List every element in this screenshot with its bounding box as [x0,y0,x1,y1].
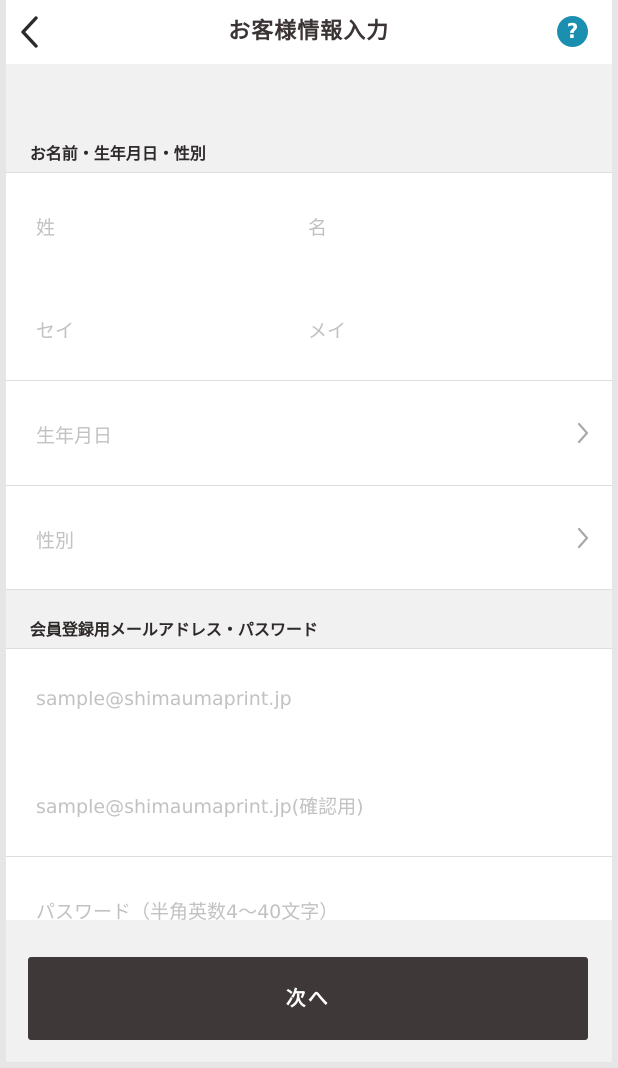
chevron-right-icon [577,527,589,549]
first-name-kana-input[interactable]: メイ [308,316,346,343]
birthday-row[interactable]: 生年月日 [6,381,612,486]
email-row: sample@shimaumaprint.jp [6,648,612,753]
app-frame: お客様情報入力 ? お名前・生年月日・性別 姓 名 セイ メイ 生年月日 性別 … [6,0,612,1062]
section-label-personal: お名前・生年月日・性別 [30,144,207,163]
section-label-account: 会員登録用メールアドレス・パスワード [30,620,319,639]
email-confirm-row: sample@shimaumaprint.jp(確認用) [6,752,612,857]
chevron-right-icon [577,422,589,444]
page-title: お客様情報入力 [228,19,390,44]
birthday-field: 生年月日 [36,425,113,447]
question-icon: ? [566,19,579,43]
email-input[interactable]: sample@shimaumaprint.jp [36,688,292,710]
last-name-input[interactable]: 姓 [36,213,55,240]
next-button[interactable]: 次へ [28,957,588,1040]
email-confirm-input[interactable]: sample@shimaumaprint.jp(確認用) [36,792,364,819]
top-bar: お客様情報入力 ? [6,0,612,64]
name-row: 姓 名 [6,172,612,277]
gender-field: 性別 [36,530,75,552]
gender-row[interactable]: 性別 [6,486,612,590]
last-name-kana-input[interactable]: セイ [36,316,74,343]
help-button[interactable]: ? [557,16,588,47]
kana-row: セイ メイ [6,276,612,381]
first-name-input[interactable]: 名 [308,213,327,240]
